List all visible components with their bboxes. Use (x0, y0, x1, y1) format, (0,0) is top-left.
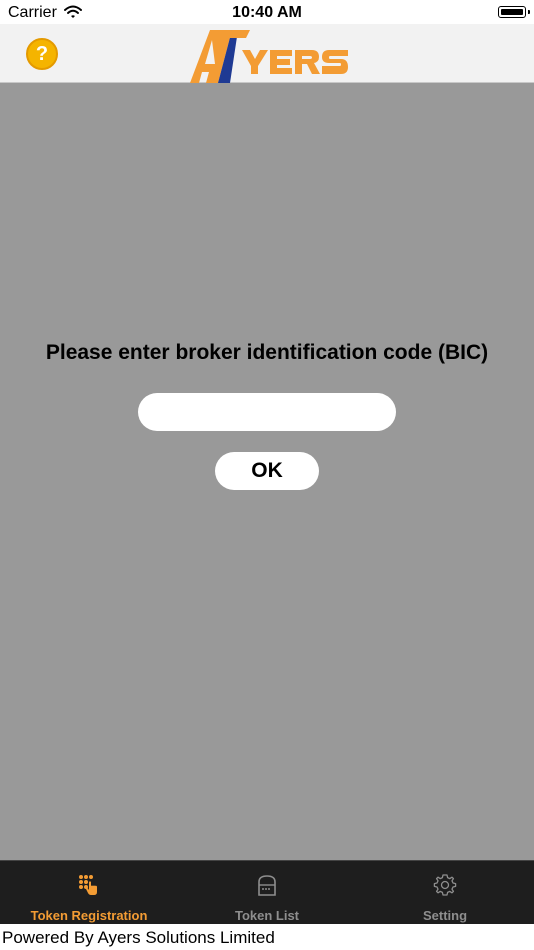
help-button[interactable]: ? (26, 38, 58, 70)
footer-text: Powered By Ayers Solutions Limited (2, 928, 275, 947)
tab-bar: Token Registration Token List Setting (0, 860, 534, 924)
tab-label: Token List (234, 908, 300, 923)
keypad-hand-icon (77, 873, 101, 897)
footer: Powered By Ayers Solutions Limited (0, 924, 534, 950)
question-icon: ? (35, 43, 49, 65)
tab-token-list[interactable]: Token List (178, 861, 356, 925)
battery-icon (498, 6, 530, 18)
token-device-icon (255, 873, 279, 897)
nav-bar: ? (0, 24, 534, 83)
ayers-logo (190, 30, 348, 83)
tab-label: Token Registration (30, 908, 148, 923)
bic-prompt: Please enter broker identification code … (45, 341, 489, 364)
tab-label: Setting (422, 908, 468, 923)
status-bar: Carrier 10:40 AM (0, 0, 534, 24)
main-content: Please enter broker identification code … (0, 83, 534, 860)
status-time: 10:40 AM (232, 4, 302, 21)
gear-icon (433, 873, 457, 897)
bic-input[interactable] (138, 393, 396, 431)
ok-button[interactable]: OK (215, 452, 319, 490)
tab-setting[interactable]: Setting (356, 861, 534, 925)
tab-token-registration[interactable]: Token Registration (0, 861, 178, 925)
